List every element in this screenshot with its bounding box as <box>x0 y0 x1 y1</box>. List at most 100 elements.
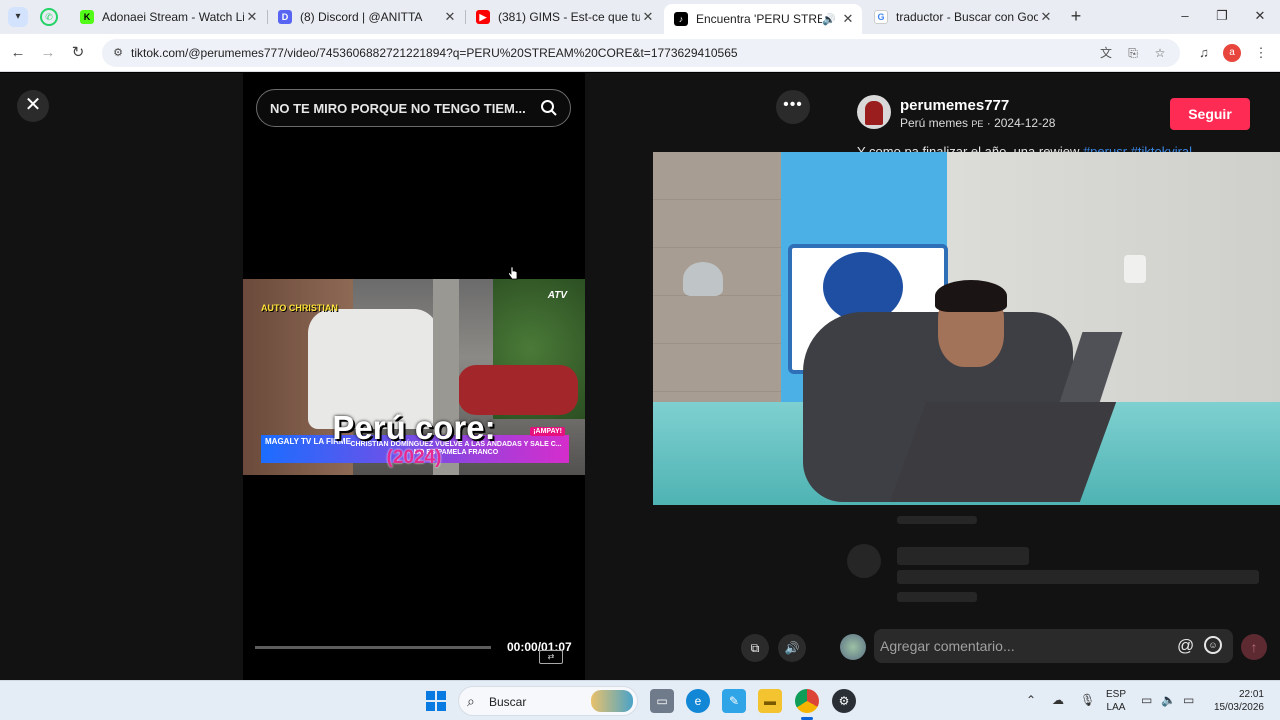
show-hidden-icons[interactable]: ⌃ <box>1026 693 1036 707</box>
tab-title: Adonaei Stream - Watch Live c <box>102 10 244 24</box>
channel-logo: ATV <box>547 290 567 301</box>
browser-toolbar: ← → ↻ ⚙ tiktok.com/@perumemes777/video/7… <box>0 34 1280 72</box>
install-app-icon[interactable]: ⎘ <box>1125 45 1141 61</box>
mention-icon[interactable]: @ <box>1177 636 1194 656</box>
clock-date: 15/03/2026 <box>1213 702 1264 713</box>
loading-skeleton <box>897 592 977 602</box>
close-icon[interactable]: ✕ <box>840 11 856 27</box>
follow-button[interactable]: Seguir <box>1170 98 1250 130</box>
tab-tiktok[interactable]: ♪ Encuentra 'PERU STREAM C 🔊 ✕ <box>664 4 862 34</box>
close-video-button[interactable]: ✕ <box>17 90 49 122</box>
clock-time: 22:01 <box>1238 689 1264 700</box>
close-icon[interactable]: ✕ <box>1038 9 1054 25</box>
language-layout: LAA <box>1106 702 1126 713</box>
taskbar-search-label: Buscar <box>489 695 527 709</box>
auto-label: AUTO CHRISTIAN <box>261 303 338 313</box>
author-avatar[interactable] <box>857 95 891 129</box>
forward-button[interactable]: → <box>37 42 59 64</box>
input-language[interactable]: ESP LAA <box>1106 688 1126 714</box>
tab-title: traductor - Buscar con Google <box>896 10 1038 24</box>
translate-icon[interactable]: 文 <box>1098 45 1114 61</box>
author-display-name: Perú memes <box>900 116 969 130</box>
whatsapp-pinned-tab-icon[interactable]: ✆ <box>40 8 58 26</box>
profile-avatar[interactable]: a <box>1223 44 1241 62</box>
tab-title: (8) Discord | @ANITTA <box>300 10 423 24</box>
notepad-app-icon[interactable]: ✎ <box>722 689 746 713</box>
cloud-offline-icon[interactable]: ☁ <box>1052 693 1064 707</box>
tab-search-menu-button[interactable]: ▾ <box>8 7 28 27</box>
tab-youtube[interactable]: ▶ (381) GIMS - Est-ce que tu m'ai ✕ <box>466 4 662 30</box>
file-explorer-icon[interactable]: ▬ <box>758 689 782 713</box>
emoji-icon[interactable]: ☺ <box>1204 636 1222 654</box>
address-bar[interactable]: ⚙ tiktok.com/@perumemes777/video/7453606… <box>102 39 1180 67</box>
loading-skeleton <box>897 547 1029 565</box>
taskbar-search[interactable]: ⌕ Buscar <box>458 686 638 716</box>
comment-placeholder: Agregar comentario... <box>880 638 1015 654</box>
chrome-icon[interactable] <box>795 689 819 713</box>
new-tab-button[interactable]: + <box>1066 6 1086 26</box>
microphone-icon[interactable]: 🎙 <box>1080 693 1095 707</box>
network-icon[interactable]: ▭ <box>1141 693 1152 707</box>
speaker-icon[interactable]: 🔊 <box>822 13 836 26</box>
media-controls-icon[interactable]: ♫ <box>1193 42 1215 64</box>
video-player[interactable]: NO TE MIRO PORQUE NO TENGO TIEM... AUTO … <box>243 73 585 680</box>
tab-discord[interactable]: D (8) Discord | @ANITTA ✕ <box>268 4 464 30</box>
windows-start-icon[interactable] <box>426 691 446 711</box>
captions-icon[interactable]: ⇄ <box>539 650 563 664</box>
loading-skeleton <box>897 570 1259 584</box>
comment-input[interactable]: Agregar comentario... @ ☺ <box>874 629 1233 663</box>
back-button[interactable]: ← <box>7 42 29 64</box>
author-subline: Perú memes PE · 2024-12-28 <box>900 116 1056 130</box>
more-options-button[interactable]: ••• <box>776 90 810 124</box>
close-icon[interactable]: ✕ <box>442 9 458 25</box>
maximize-button[interactable]: ❐ <box>1207 6 1237 26</box>
video-frame: AUTO CHRISTIAN ATV MAGALY TV LA FIRME CH… <box>243 279 585 475</box>
author-username[interactable]: perumemes777 <box>900 97 1009 114</box>
progress-bar[interactable] <box>255 646 491 649</box>
comment-bar: Agregar comentario... @ ☺ ↑ <box>829 623 1280 680</box>
country-tag: PE <box>971 119 984 129</box>
minimize-button[interactable]: – <box>1170 6 1200 26</box>
loading-skeleton <box>897 516 977 524</box>
search-highlight-image[interactable] <box>591 690 633 712</box>
reload-button[interactable]: ↻ <box>67 42 89 64</box>
discord-icon: D <box>278 10 292 24</box>
volume-tray-icon[interactable]: 🔈 <box>1161 693 1176 707</box>
search-query[interactable]: NO TE MIRO PORQUE NO TENGO TIEM... <box>270 101 532 116</box>
language-code: ESP <box>1106 689 1127 700</box>
viewer-avatar <box>840 634 866 660</box>
tab-kick[interactable]: K Adonaei Stream - Watch Live c ✕ <box>70 4 266 30</box>
steam-icon[interactable]: ⚙ <box>832 689 856 713</box>
browser-tab-strip: ▾ ✆ K Adonaei Stream - Watch Live c ✕ D … <box>0 0 1280 34</box>
youtube-icon: ▶ <box>476 10 490 24</box>
tiktok-icon: ♪ <box>674 12 688 26</box>
task-view-icon[interactable]: ▭ <box>650 689 674 713</box>
webcam-overlay <box>653 152 1280 505</box>
close-window-button[interactable]: ✕ <box>1245 6 1275 26</box>
system-clock[interactable]: 22:01 15/03/2026 <box>1206 688 1264 714</box>
site-info-icon[interactable]: ⚙ <box>110 45 126 61</box>
menu-kebab-icon[interactable]: ⋮ <box>1250 42 1272 64</box>
send-comment-button[interactable]: ↑ <box>1241 634 1267 660</box>
tab-google[interactable]: G traductor - Buscar con Google ✕ <box>864 4 1060 30</box>
hand-cursor-icon <box>508 266 518 280</box>
search-icon[interactable] <box>540 99 558 117</box>
kick-icon: K <box>80 10 94 24</box>
tab-title: Encuentra 'PERU STREAM C <box>696 12 823 26</box>
volume-icon[interactable]: 🔊 <box>778 634 806 662</box>
loading-skeleton-avatar <box>847 544 881 578</box>
bookmark-star-icon[interactable]: ☆ <box>1152 45 1168 61</box>
overlay-title: Perú core: <box>332 409 496 446</box>
tab-title: (381) GIMS - Est-ce que tu m'ai <box>498 10 640 24</box>
battery-icon[interactable]: ▭ <box>1183 693 1194 707</box>
windows-taskbar: ⌕ Buscar ▭ e ✎ ▬ ⚙ ⌃ ☁ 🎙 ESP LAA ▭ 🔈 ▭ 2… <box>0 680 1280 720</box>
close-icon[interactable]: ✕ <box>640 9 656 25</box>
search-icon: ⌕ <box>467 693 475 709</box>
url-text[interactable]: tiktok.com/@perumemes777/video/745360688… <box>131 46 738 60</box>
overlay-year: (2024) <box>386 447 442 468</box>
edge-icon[interactable]: e <box>686 689 710 713</box>
google-icon: G <box>874 10 888 24</box>
close-icon[interactable]: ✕ <box>244 9 260 25</box>
video-search-box[interactable]: NO TE MIRO PORQUE NO TENGO TIEM... <box>256 89 571 127</box>
picture-in-picture-icon[interactable]: ⧉ <box>741 634 769 662</box>
